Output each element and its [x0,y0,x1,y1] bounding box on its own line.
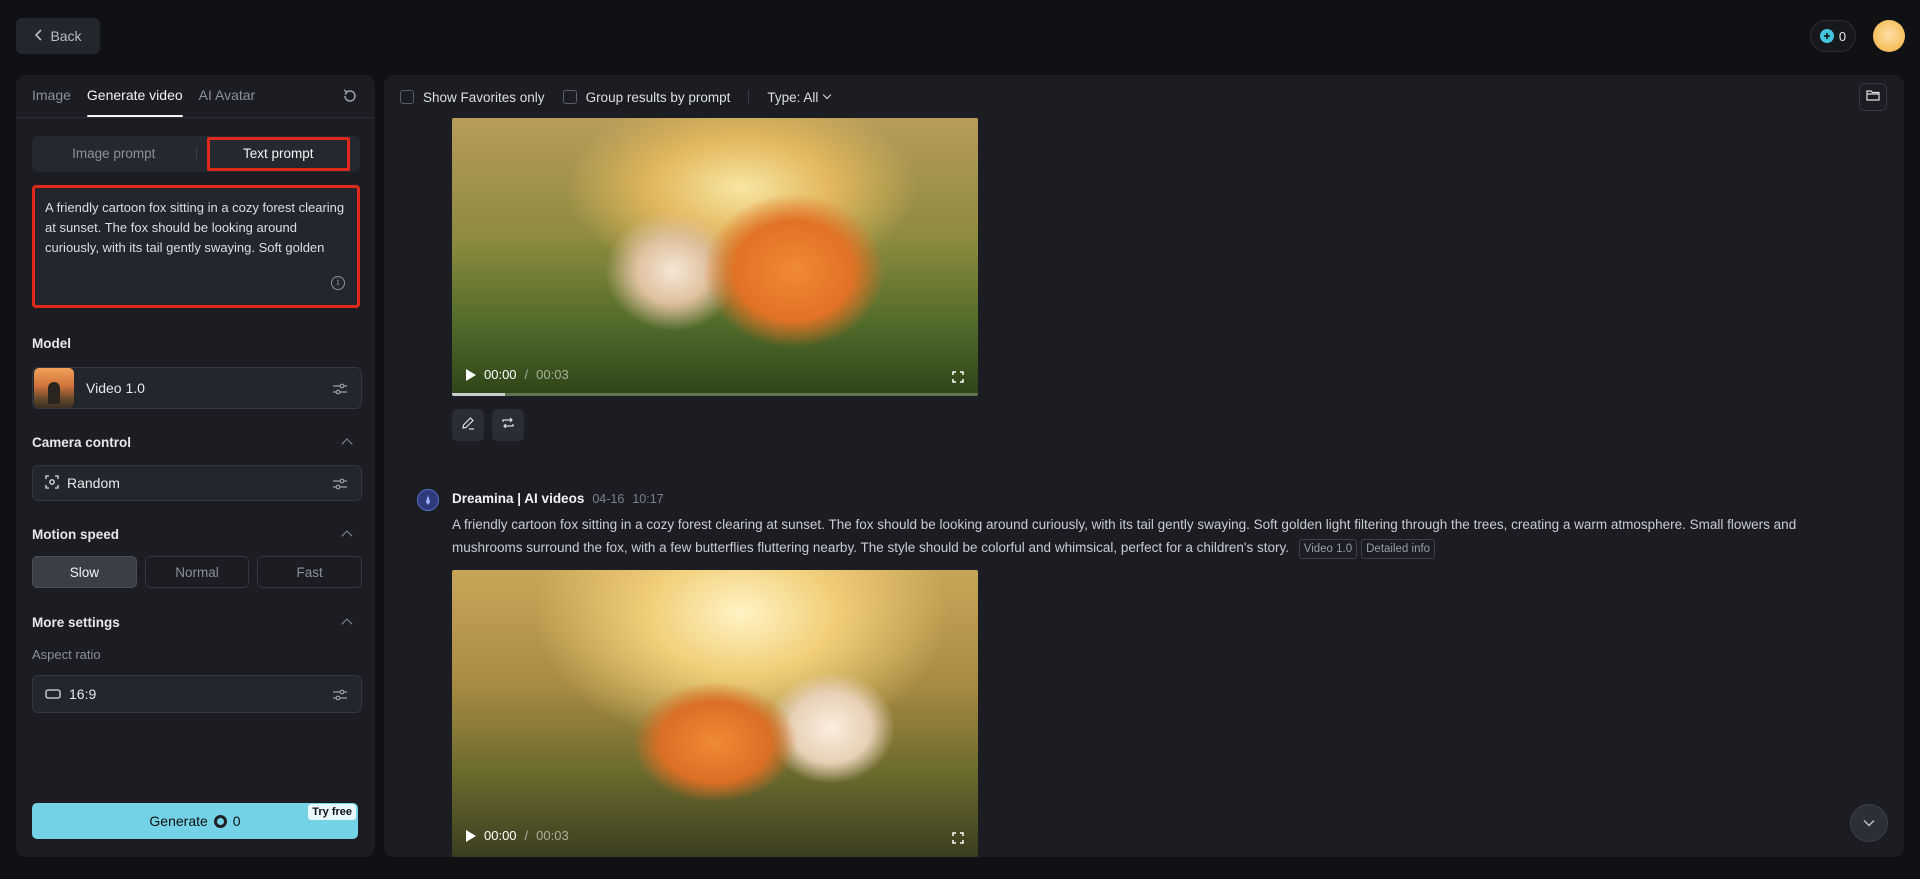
play-icon[interactable] [466,368,476,381]
video-time-separator: / [524,828,529,843]
video-actions [452,409,524,441]
entry-description: A friendly cartoon fox sitting in a cozy… [452,513,1832,559]
video-time-current: 00:00 [484,828,517,843]
motion-speed-options: Slow Normal Fast [32,556,363,588]
type-filter-label: Type: All [767,89,819,105]
credit-coin-icon [1819,29,1834,43]
group-by-prompt-label: Group results by prompt [585,89,731,105]
checkbox-box [400,90,414,104]
group-by-prompt-checkbox[interactable]: Group results by prompt [562,89,731,105]
chevron-up-icon[interactable] [341,530,353,542]
filter-separator [748,90,750,104]
video-time-separator: / [524,367,529,382]
credits-badge[interactable]: 0 [1810,20,1856,52]
speed-slow-button[interactable]: Slow [32,556,137,588]
model-value: Video 1.0 [86,380,145,396]
video-progress-fill [452,393,505,396]
play-icon[interactable] [466,829,476,842]
generation-panel: Image Generate video AI Avatar Image pro… [16,75,375,857]
image-prompt-option[interactable]: Image prompt [32,136,196,172]
type-filter-dropdown[interactable]: Type: All [767,89,832,105]
video-controls: 00:00 / 00:03 [466,367,569,382]
model-tag: Video 1.0 [1298,539,1358,559]
camera-control-value: Random [67,475,120,491]
aspect-ratio-value: 16:9 [69,686,97,702]
edit-button[interactable] [452,409,484,441]
entry-header: Dreamina | AI videos 04-16 10:17 [452,491,664,506]
prompt-mode-switch: Image prompt Text prompt [32,136,360,172]
info-icon[interactable]: i [331,276,345,290]
generate-label: Generate [149,813,208,829]
camera-icon [45,474,59,492]
camera-control-label: Camera control [32,435,132,450]
speed-fast-button[interactable]: Fast [257,556,363,588]
mode-tabs: Image Generate video AI Avatar [32,75,255,117]
aspect-ratio-selector[interactable]: 16:9 [32,675,362,713]
entry-time: 10:17 [632,492,664,506]
detailed-info-tag[interactable]: Detailed info [1361,539,1436,559]
regenerate-button[interactable] [492,409,524,441]
results-panel: Show Favorites only Group results by pro… [384,75,1904,857]
video-time-total: 00:03 [536,828,569,843]
dreamina-logo-icon [417,489,439,511]
credits-count: 0 [1838,28,1847,44]
generate-button[interactable]: Generate 0 Try free [32,803,358,839]
author-name: Dreamina | AI videos [452,491,585,506]
speed-normal-button[interactable]: Normal [144,556,250,588]
show-favorites-checkbox[interactable]: Show Favorites only [400,90,545,105]
video-player[interactable]: 00:00 / 00:03 [452,570,978,857]
repeat-icon [501,416,515,435]
camera-control-selector[interactable]: Random [32,465,362,501]
video-time-current: 00:00 [484,367,517,382]
aspect-ratio-icon [45,686,61,702]
entry-date: 04-16 [592,492,625,506]
model-label: Model [32,336,71,351]
try-free-badge: Try free [308,804,356,820]
chevron-left-icon [34,28,44,44]
video-progress-bar[interactable] [452,393,978,396]
back-button[interactable]: Back [16,18,100,54]
checkbox-box [562,90,577,104]
video-controls: 00:00 / 00:03 [466,828,569,843]
more-settings-label: More settings [32,615,120,630]
aspect-ratio-label: Aspect ratio [32,647,101,662]
video-player[interactable]: 00:00 / 00:03 [452,118,978,396]
tabs-divider [16,117,375,118]
settings-sliders-icon[interactable] [333,688,347,701]
model-selector[interactable]: Video 1.0 [32,367,362,409]
folder-icon [1866,88,1880,106]
show-favorites-label: Show Favorites only [423,89,545,105]
prompt-text: A friendly cartoon fox sitting in a cozy… [45,200,345,262]
tab-image[interactable]: Image [32,75,71,117]
text-prompt-option[interactable]: Text prompt [197,136,361,172]
chevron-up-icon[interactable] [341,618,353,630]
scroll-down-button[interactable] [1850,804,1888,842]
reset-icon[interactable] [341,87,359,105]
video-time-total: 00:03 [536,367,569,382]
text-prompt-highlight [206,137,350,171]
fullscreen-icon[interactable] [952,370,964,383]
tab-generate-video[interactable]: Generate video [86,75,183,117]
chevron-down-icon [823,90,832,100]
folder-button[interactable] [1859,83,1887,111]
results-filter-bar: Show Favorites only Group results by pro… [400,87,832,107]
prompt-textarea[interactable]: A friendly cartoon fox sitting in a cozy… [32,185,360,308]
tab-ai-avatar[interactable]: AI Avatar [199,75,256,117]
settings-sliders-icon[interactable] [333,382,347,395]
chevron-up-icon[interactable] [341,438,353,450]
credit-coin-icon [213,814,227,828]
chevron-down-icon [1863,814,1875,832]
entry-prompt-text: A friendly cartoon fox sitting in a cozy… [452,517,1797,555]
settings-sliders-icon[interactable] [333,477,347,490]
user-avatar[interactable] [1873,20,1905,52]
generate-cost: 0 [232,813,241,829]
motion-speed-label: Motion speed [32,527,119,542]
back-label: Back [50,28,82,44]
model-thumbnail [34,368,74,408]
pencil-icon [461,416,475,435]
fullscreen-icon[interactable] [952,831,964,844]
